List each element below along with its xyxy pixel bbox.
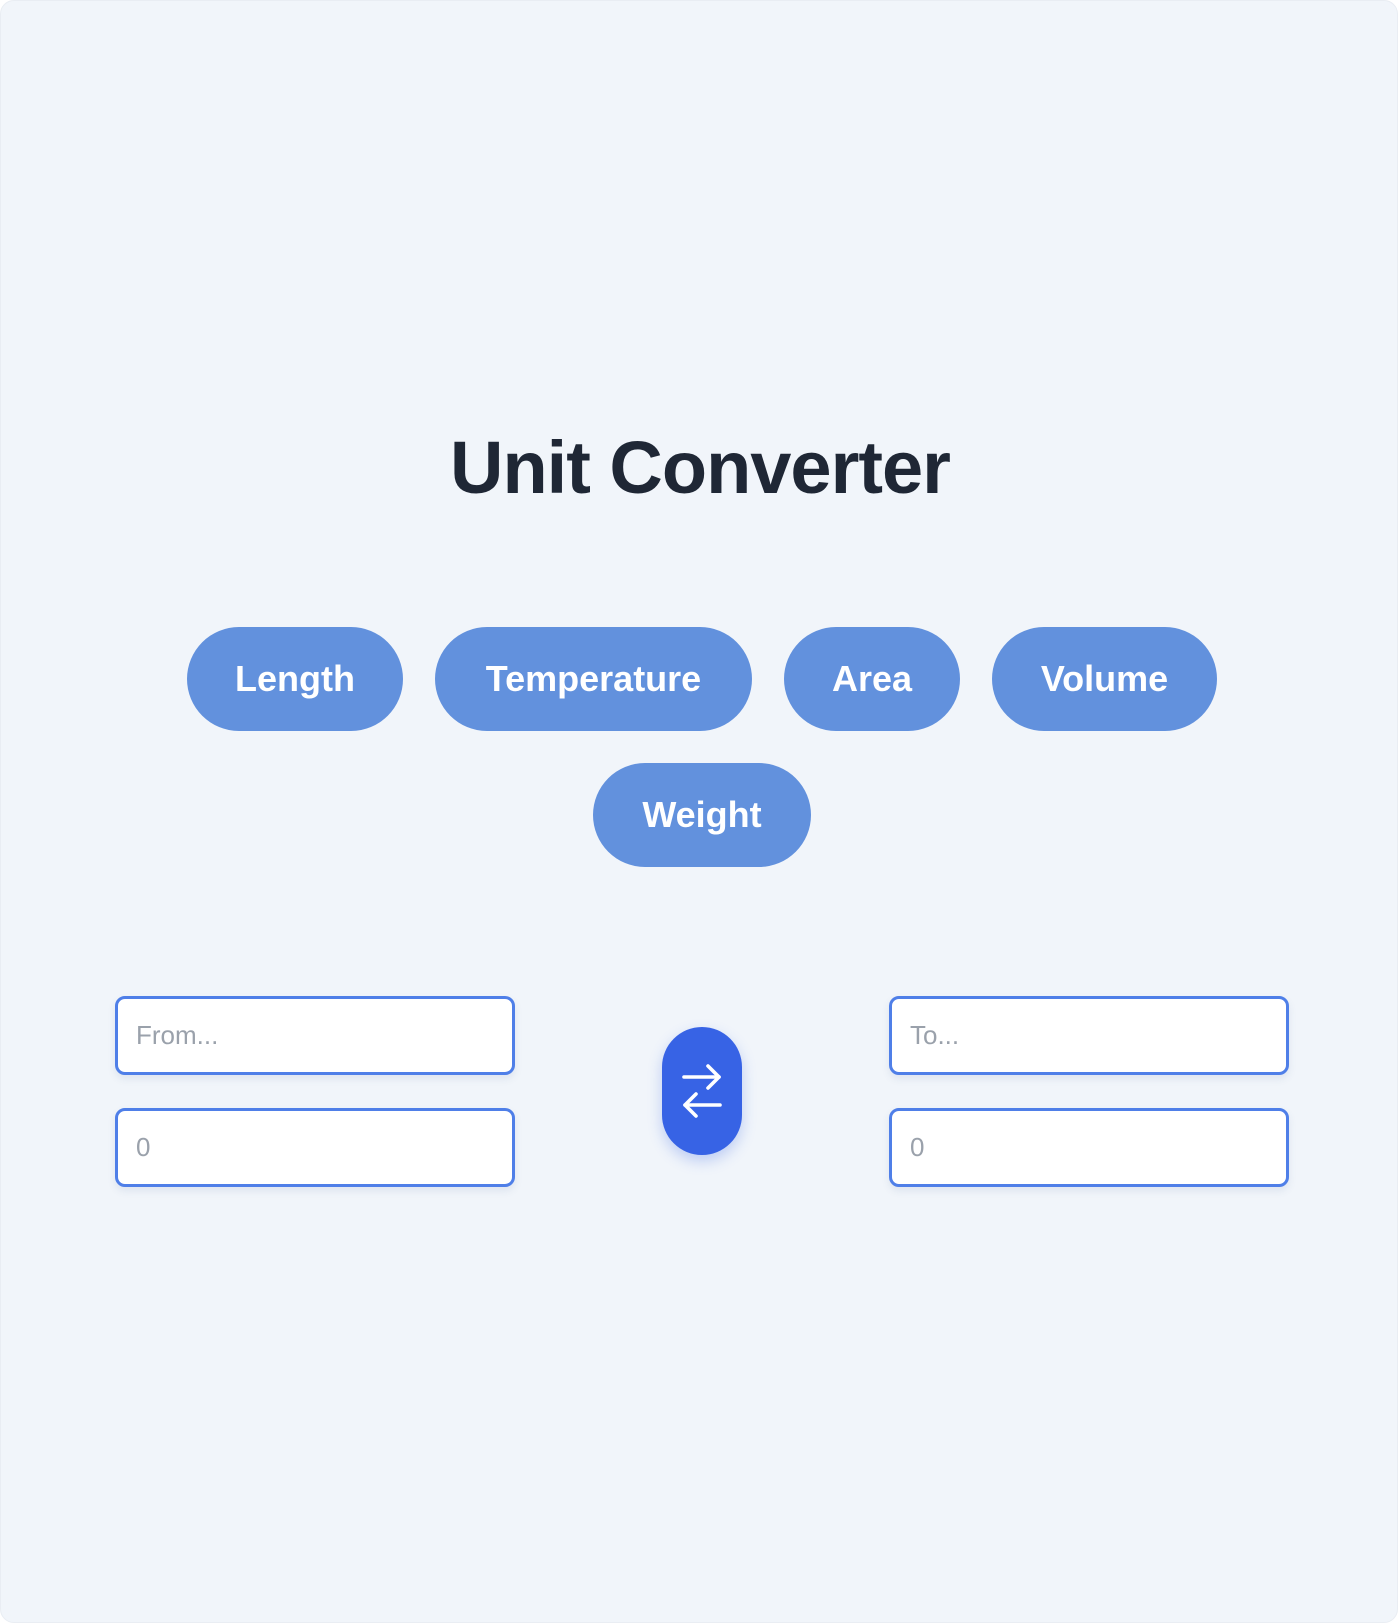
- from-amount-input[interactable]: [115, 1108, 515, 1187]
- to-unit-input[interactable]: [889, 996, 1289, 1075]
- converter-card: Unit Converter Length Temperature Area V…: [0, 0, 1398, 1623]
- category-volume-button[interactable]: Volume: [992, 627, 1217, 731]
- from-unit-input[interactable]: [115, 996, 515, 1075]
- category-temperature-button[interactable]: Temperature: [435, 627, 752, 731]
- category-area-button[interactable]: Area: [784, 627, 960, 731]
- page-title: Unit Converter: [450, 426, 951, 509]
- swap-arrows-icon: [680, 1059, 724, 1123]
- category-weight-button[interactable]: Weight: [593, 763, 811, 867]
- to-amount-input[interactable]: [889, 1108, 1289, 1187]
- category-length-button[interactable]: Length: [187, 627, 403, 731]
- swap-units-button[interactable]: [662, 1027, 742, 1155]
